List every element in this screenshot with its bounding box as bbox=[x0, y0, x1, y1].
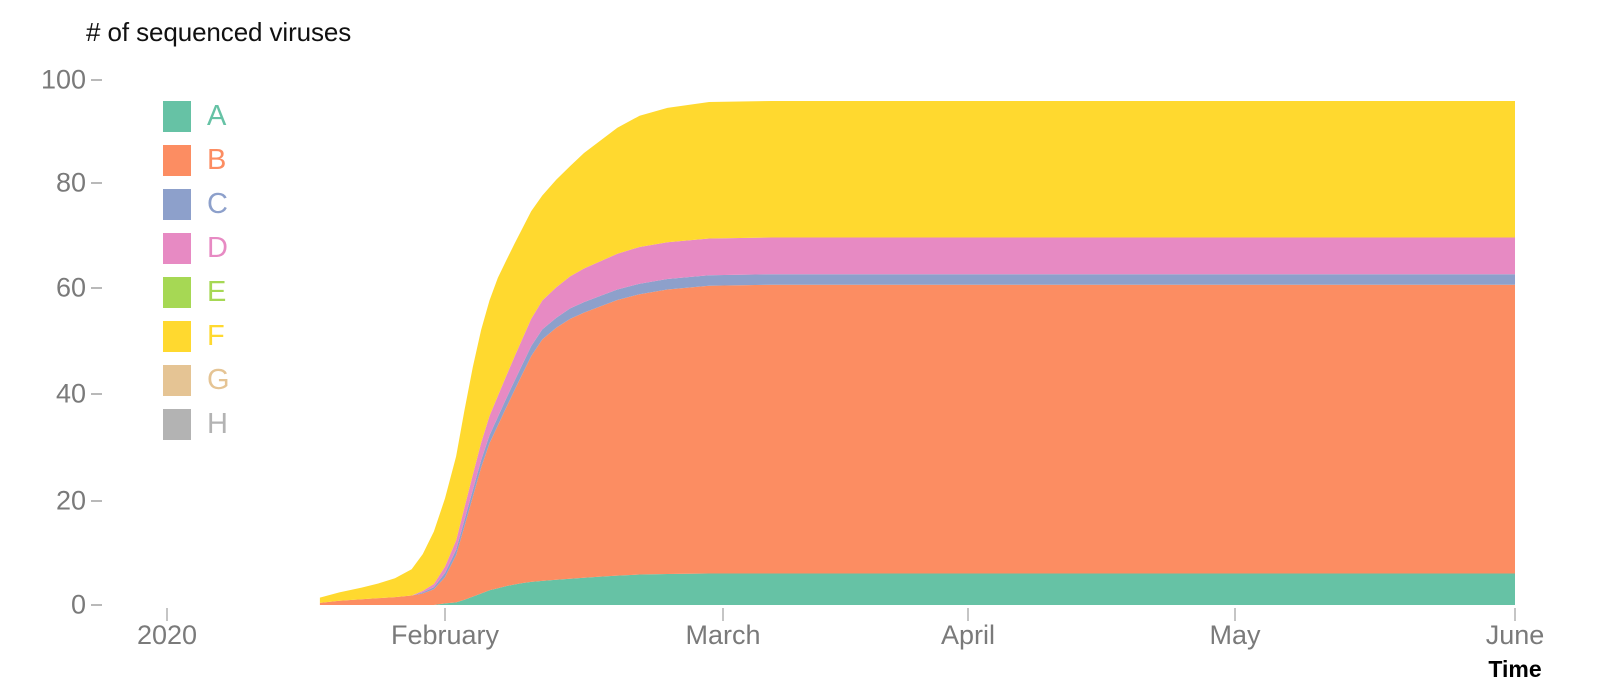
legend-item-e[interactable]: E bbox=[163, 270, 230, 314]
y-axis-tick-label: 60 bbox=[55, 272, 86, 303]
area-series-f bbox=[319, 101, 1515, 603]
x-axis-title: Time bbox=[1488, 656, 1542, 682]
legend-swatch-icon bbox=[163, 408, 191, 440]
legend-swatch-icon bbox=[163, 276, 191, 308]
legend-swatch-icon bbox=[163, 320, 191, 352]
legend-swatch-icon bbox=[163, 144, 191, 176]
legend-item-b[interactable]: B bbox=[163, 138, 230, 182]
legend-swatch-icon bbox=[163, 100, 191, 132]
legend-label: D bbox=[207, 231, 228, 264]
y-axis: 0 20 40 60 80 100 bbox=[0, 0, 110, 689]
area-series-b bbox=[319, 284, 1515, 605]
legend-label: A bbox=[207, 99, 227, 132]
legend-item-f[interactable]: F bbox=[163, 314, 230, 358]
area-series-c bbox=[319, 274, 1515, 603]
legend-label: E bbox=[207, 275, 227, 308]
x-axis-tick-label: February bbox=[390, 620, 500, 650]
x-axis-tick-label: March bbox=[685, 620, 761, 650]
legend-item-g[interactable]: G bbox=[163, 358, 230, 402]
legend-label: F bbox=[207, 319, 225, 352]
x-axis-tick-label: April bbox=[940, 620, 996, 650]
legend-item-h[interactable]: H bbox=[163, 402, 230, 446]
legend-swatch-icon bbox=[163, 232, 191, 264]
x-axis-tick-label: 2020 bbox=[136, 620, 198, 650]
legend-label: B bbox=[207, 143, 227, 176]
legend-item-c[interactable]: C bbox=[163, 182, 230, 226]
legend-label: H bbox=[207, 407, 228, 440]
y-axis-tick-mark bbox=[91, 604, 102, 606]
legend-swatch-icon bbox=[163, 364, 191, 396]
y-axis-tick-label: 40 bbox=[55, 378, 86, 409]
y-axis-tick-mark bbox=[91, 182, 102, 184]
chart-title: # of sequenced viruses bbox=[86, 17, 352, 47]
y-axis-tick-mark bbox=[91, 500, 102, 502]
stacked-area-plot bbox=[319, 101, 1515, 605]
y-axis-tick-mark bbox=[91, 79, 102, 81]
legend-item-a[interactable]: A bbox=[163, 94, 230, 138]
legend-swatch-icon bbox=[163, 188, 191, 220]
x-axis-tick-label: June bbox=[1485, 620, 1545, 650]
x-axis-tick-label: May bbox=[1209, 620, 1261, 650]
y-axis-tick-label: 20 bbox=[55, 485, 86, 516]
y-axis-tick-label: 80 bbox=[55, 167, 86, 198]
legend-item-d[interactable]: D bbox=[163, 226, 230, 270]
plot-area bbox=[0, 0, 1600, 689]
chart-container: # of sequenced viruses 0 20 40 60 80 100 2020… bbox=[0, 0, 1600, 689]
y-axis-tick-label: 0 bbox=[70, 589, 86, 620]
chart-legend: ABCDEFGH bbox=[163, 94, 230, 446]
legend-label: G bbox=[207, 363, 230, 396]
legend-label: C bbox=[207, 187, 228, 220]
y-axis-tick-mark bbox=[91, 393, 102, 395]
area-series-d bbox=[319, 237, 1515, 603]
y-axis-tick-mark bbox=[91, 287, 102, 289]
area-series-a bbox=[319, 573, 1515, 605]
y-axis-tick-label: 100 bbox=[40, 64, 86, 95]
